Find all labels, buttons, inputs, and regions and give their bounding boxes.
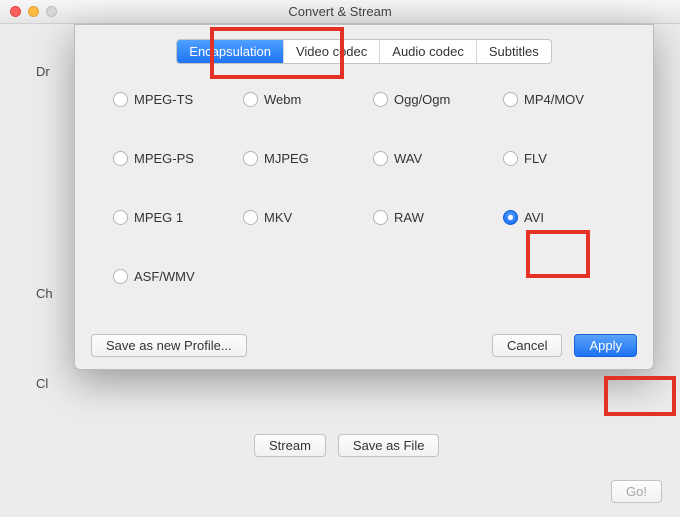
radio-mpeg-ts[interactable]: MPEG-TS <box>113 92 239 107</box>
radio-asf[interactable]: ASF/WMV <box>113 269 239 284</box>
apply-button[interactable]: Apply <box>574 334 637 357</box>
radio-icon <box>113 269 128 284</box>
radio-mjpeg[interactable]: MJPEG <box>243 151 369 166</box>
radio-label: Ogg/Ogm <box>394 92 450 107</box>
radio-label: FLV <box>524 151 547 166</box>
radio-icon <box>113 210 128 225</box>
radio-icon <box>373 92 388 107</box>
profile-sheet: Encapsulation Video codec Audio codec Su… <box>74 24 654 370</box>
radio-mpeg1[interactable]: MPEG 1 <box>113 210 239 225</box>
tab-segmented-control: Encapsulation Video codec Audio codec Su… <box>176 39 551 64</box>
radio-mkv[interactable]: MKV <box>243 210 369 225</box>
radio-mpeg-ps[interactable]: MPEG-PS <box>113 151 239 166</box>
encapsulation-options: MPEG-TS Webm Ogg/Ogm MP4/MOV MPEG-PS MJP… <box>91 86 637 290</box>
cancel-button[interactable]: Cancel <box>492 334 562 357</box>
save-profile-button[interactable]: Save as new Profile... <box>91 334 247 357</box>
tab-video-codec[interactable]: Video codec <box>284 40 380 63</box>
sheet-action-row: Save as new Profile... Cancel Apply <box>91 334 637 357</box>
radio-icon <box>243 151 258 166</box>
bg-section-label: Cl <box>36 376 48 391</box>
radio-label: Webm <box>264 92 301 107</box>
tab-audio-codec[interactable]: Audio codec <box>380 40 477 63</box>
highlight-box <box>604 376 676 416</box>
radio-icon <box>373 151 388 166</box>
radio-avi[interactable]: AVI <box>503 210 629 225</box>
tab-encapsulation[interactable]: Encapsulation <box>177 40 284 63</box>
bg-section-label: Ch <box>36 286 53 301</box>
radio-icon <box>503 151 518 166</box>
bg-button-row: Stream Save as File <box>254 434 439 457</box>
tab-subtitles[interactable]: Subtitles <box>477 40 551 63</box>
radio-icon <box>503 210 518 225</box>
radio-label: ASF/WMV <box>134 269 195 284</box>
radio-icon <box>373 210 388 225</box>
radio-label: MJPEG <box>264 151 309 166</box>
radio-icon <box>113 92 128 107</box>
radio-label: RAW <box>394 210 424 225</box>
window-title: Convert & Stream <box>0 4 680 19</box>
radio-label: MPEG-PS <box>134 151 194 166</box>
save-as-file-button[interactable]: Save as File <box>338 434 440 457</box>
stream-button[interactable]: Stream <box>254 434 326 457</box>
radio-label: AVI <box>524 210 544 225</box>
radio-label: MP4/MOV <box>524 92 584 107</box>
window-titlebar: Convert & Stream <box>0 0 680 24</box>
radio-wav[interactable]: WAV <box>373 151 499 166</box>
radio-icon <box>113 151 128 166</box>
go-button[interactable]: Go! <box>611 480 662 503</box>
radio-label: WAV <box>394 151 422 166</box>
radio-icon <box>243 92 258 107</box>
radio-icon <box>503 92 518 107</box>
radio-label: MPEG-TS <box>134 92 193 107</box>
radio-label: MKV <box>264 210 292 225</box>
radio-ogg[interactable]: Ogg/Ogm <box>373 92 499 107</box>
bg-section-label: Dr <box>36 64 50 79</box>
radio-label: MPEG 1 <box>134 210 183 225</box>
radio-raw[interactable]: RAW <box>373 210 499 225</box>
radio-icon <box>243 210 258 225</box>
tab-bar: Encapsulation Video codec Audio codec Su… <box>91 39 637 64</box>
radio-mp4[interactable]: MP4/MOV <box>503 92 629 107</box>
radio-webm[interactable]: Webm <box>243 92 369 107</box>
radio-flv[interactable]: FLV <box>503 151 629 166</box>
